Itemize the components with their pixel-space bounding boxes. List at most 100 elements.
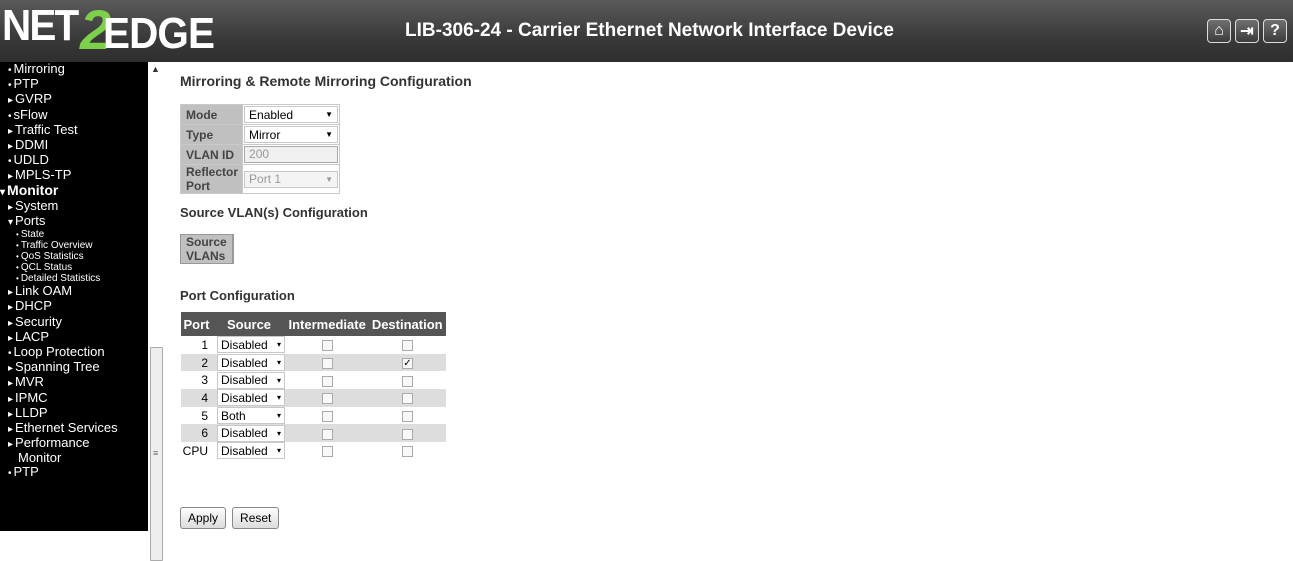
sidebar-item[interactable]: UDLD bbox=[0, 153, 148, 168]
logout-icon[interactable]: ⇥ bbox=[1235, 19, 1259, 43]
mode-value: Enabled bbox=[249, 107, 294, 122]
sidebar-item[interactable]: LLDP bbox=[0, 406, 148, 421]
sidebar-item[interactable]: State bbox=[0, 229, 148, 240]
col-source: Source bbox=[212, 312, 286, 336]
source-select[interactable]: Disabled ▾ bbox=[217, 442, 285, 460]
destination-checkbox[interactable] bbox=[401, 393, 413, 405]
source-vlans-label: Source VLANs bbox=[180, 234, 233, 264]
source-select[interactable]: Disabled ▾ bbox=[217, 389, 285, 407]
sidebar-item[interactable]: Mirroring bbox=[0, 62, 148, 77]
mode-label: Mode bbox=[179, 104, 244, 125]
sidebar-item[interactable]: DDMI bbox=[0, 138, 148, 153]
form-buttons: Apply Reset bbox=[180, 507, 280, 529]
sidebar-item[interactable]: Traffic Test bbox=[0, 123, 148, 138]
intermediate-checkbox[interactable] bbox=[321, 428, 333, 440]
port-number: 6 bbox=[180, 424, 213, 443]
destination-checkbox[interactable]: ✓ bbox=[401, 357, 413, 369]
sidebar-item[interactable]: Ports bbox=[0, 214, 148, 229]
source-select[interactable]: Both ▾ bbox=[217, 407, 285, 425]
source-vlans-title: Source VLAN(s) Configuration bbox=[180, 205, 368, 220]
sidebar-item[interactable]: Security bbox=[0, 314, 148, 330]
source-vlans-input[interactable] bbox=[231, 234, 234, 264]
sidebar-item[interactable]: QCL Status bbox=[0, 262, 148, 273]
port-number: 3 bbox=[201, 373, 208, 388]
sidebar-item[interactable]: MVR bbox=[0, 375, 148, 390]
sidebar-item[interactable]: Spanning Tree bbox=[0, 360, 148, 375]
grip-icon: ≡ bbox=[153, 448, 159, 458]
intermediate-checkbox[interactable] bbox=[321, 357, 333, 369]
type-value: Mirror bbox=[249, 127, 281, 142]
vlan-id-input[interactable]: 200 bbox=[244, 146, 339, 163]
scrollbar-thumb[interactable]: ≡ bbox=[150, 347, 163, 561]
sidebar-item[interactable]: PTP bbox=[0, 464, 148, 480]
sidebar-item[interactable]: Traffic Overview bbox=[0, 240, 148, 251]
source-value: Disabled bbox=[221, 426, 268, 441]
intermediate-checkbox[interactable] bbox=[321, 375, 333, 387]
chevron-down-icon: ▼ bbox=[325, 110, 334, 119]
chevron-down-icon: ▼ bbox=[325, 130, 334, 139]
port-number: 5 bbox=[201, 408, 208, 423]
destination-checkbox[interactable] bbox=[401, 428, 413, 440]
destination-checkbox[interactable] bbox=[401, 446, 413, 458]
table-row: 6 Disabled ▾ bbox=[180, 424, 446, 443]
destination-checkbox[interactable] bbox=[401, 375, 413, 387]
col-destination: Destination bbox=[368, 312, 446, 336]
intermediate-checkbox[interactable] bbox=[321, 393, 333, 405]
source-value: Disabled bbox=[221, 337, 268, 352]
sidebar-item[interactable]: Monitor bbox=[0, 183, 148, 199]
sidebar-item[interactable]: sFlow bbox=[0, 107, 148, 123]
col-intermediate: Intermediate bbox=[285, 312, 369, 336]
intermediate-checkbox[interactable] bbox=[321, 340, 333, 352]
page-title: Mirroring & Remote Mirroring Configurati… bbox=[180, 73, 472, 89]
source-value: Disabled bbox=[221, 373, 268, 388]
sidebar-item[interactable]: IPMC bbox=[0, 390, 148, 406]
source-select[interactable]: Disabled ▾ bbox=[217, 424, 285, 442]
port-number: 1 bbox=[201, 337, 208, 352]
help-icon[interactable]: ? bbox=[1263, 19, 1287, 43]
port-config-table: Port Source Intermediate Destination 1 Di… bbox=[180, 312, 446, 460]
scroll-up-icon[interactable]: ▲ bbox=[151, 64, 160, 74]
table-row: 2 Disabled ▾ ✓ bbox=[180, 353, 446, 372]
sidebar-item[interactable]: Loop Protection bbox=[0, 345, 148, 360]
intermediate-checkbox[interactable] bbox=[321, 410, 333, 422]
sidebar-item[interactable]: PTP bbox=[0, 77, 148, 92]
sidebar-item[interactable]: Performance bbox=[0, 436, 148, 451]
destination-checkbox[interactable] bbox=[401, 340, 413, 352]
chevron-down-icon: ▾ bbox=[276, 375, 281, 385]
top-header: NET 2 EDGE LIB-306-24 - Carrier Ethernet… bbox=[0, 0, 1293, 62]
sidebar-item[interactable]: Ethernet Services bbox=[0, 421, 148, 436]
reflector-port-value: Port 1 bbox=[249, 172, 282, 186]
intermediate-checkbox[interactable] bbox=[321, 446, 333, 458]
reflector-port-select[interactable]: Port 1 ▼ bbox=[244, 170, 339, 188]
chevron-down-icon: ▼ bbox=[325, 174, 334, 184]
mode-select[interactable]: Enabled ▼ bbox=[244, 106, 339, 123]
col-port: Port bbox=[180, 312, 213, 336]
source-select[interactable]: Disabled ▾ bbox=[217, 371, 285, 389]
sidebar-item[interactable]: Monitor bbox=[0, 451, 148, 464]
type-select[interactable]: Mirror ▼ bbox=[244, 126, 339, 143]
source-value: Disabled bbox=[221, 443, 268, 458]
type-label: Type bbox=[179, 124, 244, 145]
header-buttons: ⌂ ⇥ ? bbox=[1207, 19, 1287, 43]
home-icon[interactable]: ⌂ bbox=[1207, 19, 1231, 43]
sidebar-item[interactable]: System bbox=[0, 199, 148, 214]
port-number: 2 bbox=[180, 353, 213, 372]
sidebar-scrollbar[interactable]: ▲ ≡ bbox=[148, 62, 165, 561]
destination-checkbox[interactable] bbox=[401, 410, 413, 422]
source-select[interactable]: Disabled ▾ bbox=[217, 354, 285, 372]
chevron-down-icon: ▾ bbox=[276, 428, 281, 438]
table-row: 1 Disabled ▾ bbox=[181, 336, 446, 354]
sidebar-item[interactable]: DHCP bbox=[0, 299, 148, 314]
vlan-id-label: VLAN ID bbox=[179, 144, 244, 165]
reflector-port-label: Reflector Port bbox=[179, 164, 244, 194]
source-select[interactable]: Disabled ▾ bbox=[217, 336, 285, 354]
sidebar-item[interactable]: Link OAM bbox=[0, 284, 148, 299]
port-number: CPU bbox=[182, 443, 208, 458]
source-value: Both bbox=[221, 408, 246, 423]
sidebar-item[interactable]: QoS Statistics bbox=[0, 251, 148, 262]
apply-button[interactable]: Apply bbox=[180, 507, 227, 529]
reset-button[interactable]: Reset bbox=[232, 507, 280, 529]
source-vlans-table: Source VLANs bbox=[180, 234, 234, 264]
sidebar-item[interactable]: GVRP bbox=[0, 92, 148, 107]
sidebar-item[interactable]: LACP bbox=[0, 330, 148, 345]
